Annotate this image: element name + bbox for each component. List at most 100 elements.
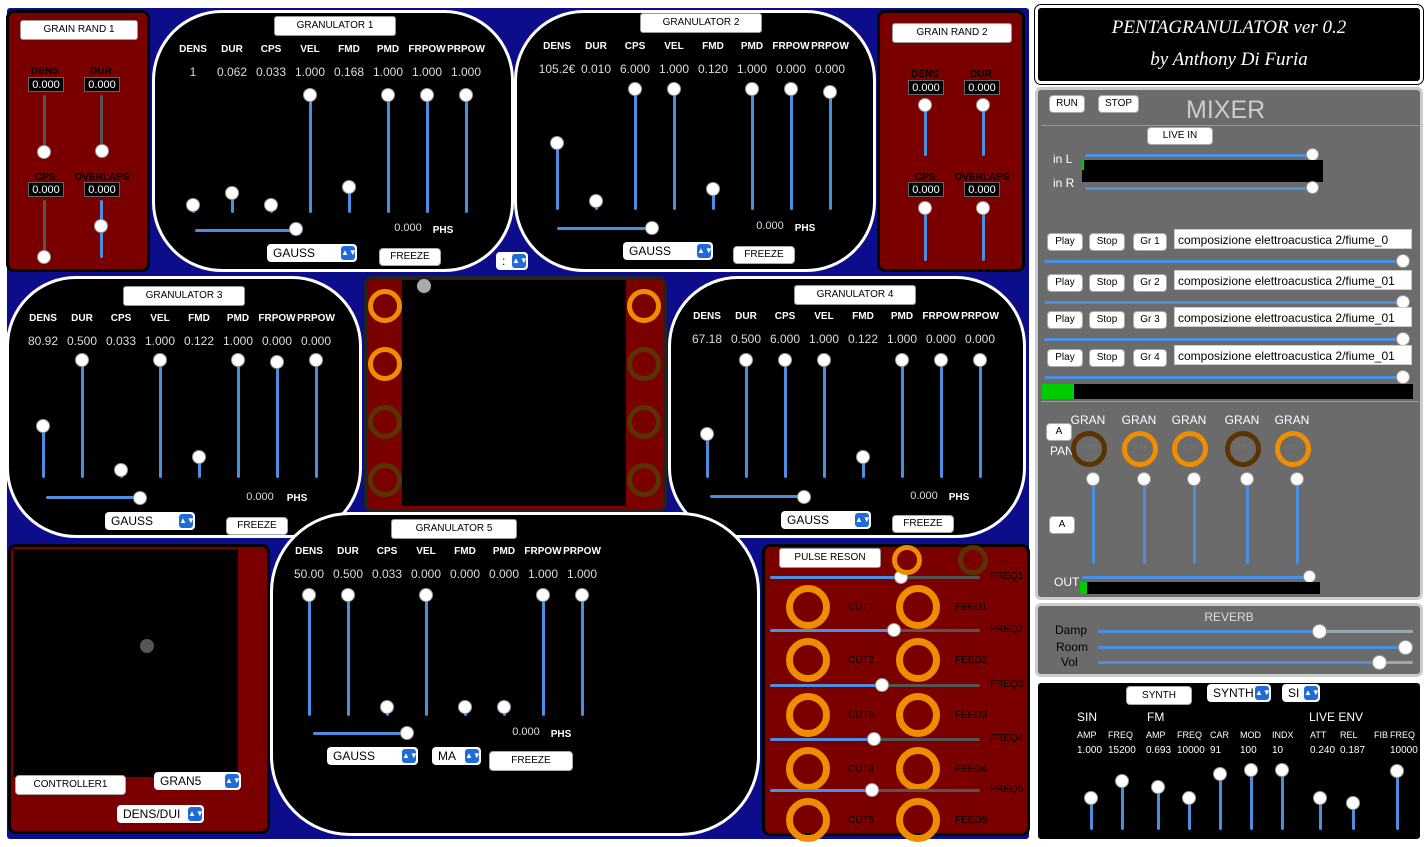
gr1-dur-number[interactable]: 0.000: [84, 77, 120, 92]
controller-xy-pad[interactable]: [13, 549, 238, 777]
gran4-cps-knob[interactable]: [778, 353, 792, 367]
gran5-prpow-value[interactable]: 1.000: [563, 567, 601, 581]
gran5-position-knob[interactable]: [400, 726, 414, 740]
player1-play-button[interactable]: Play: [1047, 233, 1083, 251]
gr2-cps-number[interactable]: 0.000: [908, 182, 944, 197]
gran5-vel-slider[interactable]: [425, 595, 428, 716]
synth-param7-value[interactable]: 10: [1272, 745, 1300, 756]
gran1-dens-knob[interactable]: [186, 198, 200, 212]
gran1-fmd-knob[interactable]: [342, 180, 356, 194]
gran3-level-slider[interactable]: [1193, 478, 1196, 564]
synth-knob1[interactable]: [1084, 791, 1098, 805]
gran4-pmd-slider[interactable]: [901, 360, 904, 478]
pulse-feed4-dial[interactable]: [896, 747, 940, 791]
gran4-frpow-value[interactable]: 0.000: [922, 332, 960, 346]
gran1-vel-value[interactable]: 1.000: [291, 65, 329, 79]
gran3-phs-value[interactable]: 0.000: [240, 491, 280, 503]
gran2-frpow-value[interactable]: 0.000: [772, 62, 810, 76]
gran3-dur-value[interactable]: 0.500: [63, 334, 101, 348]
live-in-button[interactable]: LIVE IN: [1147, 127, 1213, 145]
gran2-dur-value[interactable]: 0.010: [577, 62, 615, 76]
gran3-prpow-knob[interactable]: [309, 353, 323, 367]
gran5-frpow-knob[interactable]: [536, 588, 550, 602]
gran4-cps-slider[interactable]: [784, 360, 787, 478]
gran3-dens-knob[interactable]: [36, 419, 50, 433]
pulse-cut3-dial[interactable]: [786, 693, 830, 737]
vol-slider[interactable]: [1098, 661, 1380, 664]
pulse-freq2-slider[interactable]: [770, 629, 894, 632]
gran1-pmd-value[interactable]: 1.000: [369, 65, 407, 79]
gr2-dens-number[interactable]: 0.000: [908, 80, 944, 95]
synth-title-button[interactable]: SYNTH: [1126, 686, 1192, 705]
gran3-fmd-value[interactable]: 0.122: [180, 334, 218, 348]
player2-play-button[interactable]: Play: [1047, 274, 1083, 292]
synth-knob6[interactable]: [1244, 763, 1258, 777]
gran2-frpow-slider[interactable]: [790, 89, 793, 210]
room-slider[interactable]: [1098, 646, 1408, 649]
player4-stop-button[interactable]: Stop: [1089, 349, 1125, 367]
center-dial-1[interactable]: [368, 289, 402, 323]
gran4-freeze-button[interactable]: FREEZE: [892, 515, 954, 533]
gran5-cps-value[interactable]: 0.033: [368, 567, 406, 581]
synth-wave-menu[interactable]: SI ▲▼: [1282, 684, 1320, 702]
gran5-pmd-knob[interactable]: [497, 700, 511, 714]
gran2-position-knob[interactable]: [645, 221, 659, 235]
synth-slider5[interactable]: [1219, 773, 1222, 830]
gr1-cps-number[interactable]: 0.000: [28, 182, 64, 197]
synth-param4-value[interactable]: 10000: [1177, 745, 1205, 756]
gran2-dens-slider[interactable]: [556, 143, 559, 210]
player3-file-field[interactable]: composizione elettroacustica 2/fiume_01: [1174, 307, 1412, 327]
gran5-prpow-slider[interactable]: [581, 595, 584, 716]
synth-knob3[interactable]: [1151, 780, 1165, 794]
center-dial-2[interactable]: [368, 347, 402, 381]
gran2-level-slider[interactable]: [1143, 478, 1146, 564]
pulse-top-dial-2[interactable]: [958, 545, 988, 575]
pulse-freq3-slider[interactable]: [770, 684, 882, 687]
pulse-cut2-dial[interactable]: [786, 638, 830, 682]
player1-volume-knob[interactable]: [1396, 254, 1410, 268]
gran2-level-knob[interactable]: [1137, 472, 1151, 486]
gran2-prpow-value[interactable]: 0.000: [811, 62, 849, 76]
pulse-feed2-dial[interactable]: [896, 638, 940, 682]
stop-button[interactable]: STOP: [1098, 95, 1139, 113]
pulse-freq4-slider[interactable]: [770, 738, 874, 741]
gran1-level-knob[interactable]: [1086, 472, 1100, 486]
center-dial-4[interactable]: [368, 463, 402, 497]
gran4-pmd-value[interactable]: 1.000: [883, 332, 921, 346]
gran5-dens-knob[interactable]: [302, 588, 316, 602]
gr2-overlaps-knob[interactable]: [976, 201, 990, 215]
gran2-freeze-button[interactable]: FREEZE: [733, 246, 795, 264]
synth-param5-value[interactable]: 91: [1210, 745, 1238, 756]
gran3-vel-value[interactable]: 1.000: [141, 334, 179, 348]
gran2-mode-menu[interactable]: GAUSS ▲▼: [623, 242, 713, 260]
gran5-position-slider[interactable]: [313, 732, 407, 735]
pulse-freq5-slider[interactable]: [770, 789, 872, 792]
gran1-fmd-value[interactable]: 0.168: [330, 65, 368, 79]
gran1-phs-value[interactable]: 0.000: [388, 222, 428, 234]
center-dial-7[interactable]: [627, 405, 661, 439]
player2-volume-slider[interactable]: [1044, 301, 1404, 304]
gran4-dur-slider[interactable]: [745, 360, 748, 478]
pulse-freq5-knob[interactable]: [865, 783, 879, 797]
gran5-vel-knob[interactable]: [419, 588, 433, 602]
player2-gr-button[interactable]: Gr 2: [1133, 274, 1167, 292]
gran4-phs-value[interactable]: 0.000: [904, 490, 944, 502]
synth-knob8[interactable]: [1313, 791, 1327, 805]
out-slider[interactable]: [1082, 576, 1310, 579]
gr2-overlaps-number[interactable]: 0.000: [964, 182, 1000, 197]
synth-param3-value[interactable]: 0.693: [1146, 745, 1174, 756]
gran3-prpow-slider[interactable]: [315, 360, 318, 478]
synth-param2-value[interactable]: 15200: [1108, 745, 1136, 756]
gran1-cps-knob[interactable]: [264, 198, 278, 212]
pulse-top-dial-1[interactable]: [892, 545, 922, 575]
gran4-mode-menu[interactable]: GAUSS ▲▼: [781, 511, 871, 529]
gran1-mode-menu[interactable]: GAUSS ▲▼: [267, 244, 357, 262]
damp-knob[interactable]: [1312, 624, 1327, 639]
synth-knob5[interactable]: [1213, 767, 1227, 781]
synth-slider6[interactable]: [1250, 769, 1253, 830]
player4-gr-button[interactable]: Gr 4: [1133, 349, 1167, 367]
gran5-level-knob[interactable]: [1290, 472, 1304, 486]
player3-volume-knob[interactable]: [1396, 332, 1410, 346]
center-xy-cursor[interactable]: [417, 279, 431, 293]
gran1-prpow-slider[interactable]: [465, 95, 468, 213]
